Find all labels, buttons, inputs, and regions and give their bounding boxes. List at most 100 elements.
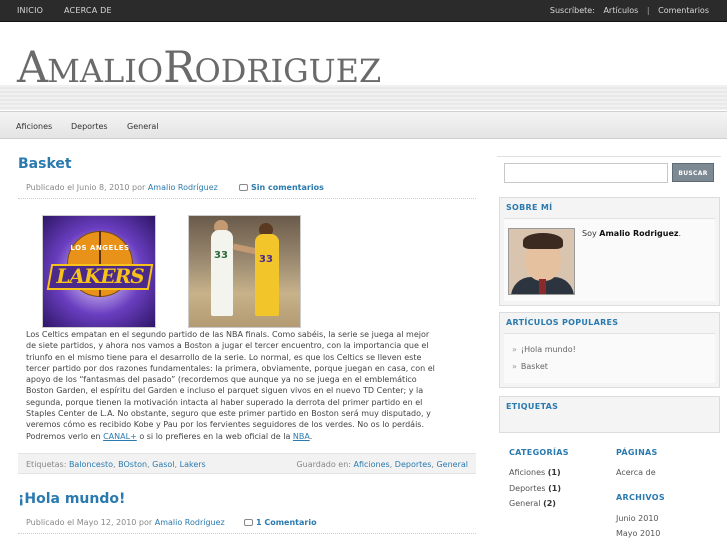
site-header: AMALIORODRIGUEZ (0, 23, 727, 110)
post-date: Publicado el Mayo 12, 2010 por (26, 518, 153, 527)
body-line: veremos cómo es recibido Kobe y Pau por … (26, 420, 424, 430)
lakers-logo-image: LOS ANGELES LAKERS (42, 215, 156, 328)
author-avatar (508, 228, 575, 295)
subscribe-label: Suscríbete: (549, 6, 595, 15)
category-deportes-link[interactable]: Deportes (71, 122, 108, 131)
category-item[interactable]: Aficiones (1) (509, 468, 561, 477)
logo-initial-r: R (163, 43, 195, 93)
popular-title: ARTÍCULOS POPULARES (506, 318, 619, 327)
post-body: Los Celtics empatan en el segundo partid… (26, 329, 468, 442)
tag-link[interactable]: Gasol (152, 460, 174, 469)
category-name: Deportes (509, 484, 546, 493)
archive-link[interactable]: Junio 2010 (616, 514, 659, 523)
logo-odriguez: ODRIGUEZ (194, 52, 382, 90)
tags-title: ETIQUETAS (506, 402, 559, 411)
comment-bubble-icon (239, 184, 248, 191)
post-divider (18, 198, 476, 199)
player2-jersey: 33 (255, 234, 279, 316)
tag-link[interactable]: Lakers (180, 460, 206, 469)
category-count: (1) (547, 468, 561, 477)
categories-title: CATEGORÍAS (509, 448, 569, 457)
filed-category-link[interactable]: Aficiones (354, 460, 390, 469)
tag-link[interactable]: Baloncesto (69, 460, 113, 469)
body-line: Staples Center de L.A. No obstante, segu… (26, 409, 431, 419)
category-item[interactable]: General (2) (509, 499, 556, 508)
subscribe-articles-link[interactable]: Artículos (603, 6, 638, 15)
about-prefix: Soy (582, 229, 597, 238)
popular-item[interactable]: » Basket (512, 362, 548, 371)
search-input[interactable] (504, 163, 668, 183)
page-link[interactable]: Acerca de (616, 468, 656, 477)
popular-item-label: Basket (520, 362, 548, 371)
pages-title: PÁGINAS (616, 448, 658, 457)
body-line: tercer partido por dos razones fundament… (26, 363, 435, 373)
tags-widget: ETIQUETAS (499, 396, 720, 433)
post-author-link[interactable]: Amalio Rodríguez (148, 183, 218, 192)
popular-item[interactable]: » ¡Hola mundo! (512, 345, 576, 354)
category-name: Aficiones (509, 468, 546, 477)
body-last-line: Podremos verlo en CANAL+ o si lo prefier… (26, 431, 468, 442)
about-text: Soy Amalio Rodriguez. (582, 229, 681, 238)
category-item[interactable]: Deportes (1) (509, 484, 561, 493)
subscribe-links: Suscríbete: Artículos | Comentarios (550, 6, 709, 15)
post-comments-link[interactable]: Sin comentarios (239, 183, 324, 192)
body-line: Boston Garden, el espíritu del Garden e … (26, 386, 424, 396)
post-tags: Etiquetas: Baloncesto, BOston, Gasol, La… (26, 460, 206, 469)
body-line: de siete partidos, y ahora nos vamos a B… (26, 341, 429, 351)
archives-title: ARCHIVOS (616, 493, 665, 502)
logo-malio: MALIO (47, 52, 164, 90)
nav-inicio-link[interactable]: INICIO (17, 6, 43, 15)
site-logo[interactable]: AMALIORODRIGUEZ (17, 43, 381, 93)
archive-link[interactable]: Mayo 2010 (616, 529, 660, 538)
tag-link[interactable]: BOston (118, 460, 147, 469)
player1-number: 33 (214, 250, 228, 261)
category-aficiones-link[interactable]: Aficiones (16, 122, 52, 131)
comments-count: 1 Comentario (256, 518, 317, 527)
bullet-icon: » (512, 362, 517, 371)
body-last-suffix: . (309, 431, 313, 441)
post-filed-in: Guardado en: Aficiones, Deportes, Genera… (296, 460, 468, 469)
post-divider (18, 533, 476, 534)
top-bar: INICIO ACERCA DE Suscríbete: Artículos |… (0, 0, 727, 22)
bird-magic-photo: 33 33 (188, 215, 301, 328)
category-count: (1) (548, 484, 562, 493)
about-name: Amalio Rodriguez (599, 229, 679, 238)
popular-inner (504, 333, 715, 383)
bullet-icon: » (512, 345, 517, 354)
player1-jersey: 33 (211, 230, 233, 316)
about-title: SOBRE MÍ (506, 203, 553, 212)
body-line: Los Celtics empatan en el segundo partid… (26, 330, 430, 339)
lakers-city-text: LOS ANGELES (70, 244, 130, 252)
post-title-basket[interactable]: Basket (18, 156, 72, 172)
filed-category-link[interactable]: General (436, 460, 468, 469)
post-footer: Etiquetas: Baloncesto, BOston, Gasol, La… (18, 453, 476, 474)
category-count: (2) (543, 499, 556, 508)
filed-label: Guardado en: (296, 460, 351, 469)
category-bar: Aficiones Deportes General (0, 111, 727, 139)
post-date: Publicado el Junio 8, 2010 por (26, 183, 146, 192)
avatar-hair (523, 233, 563, 249)
post-title-hola-mundo[interactable]: ¡Hola mundo! (18, 491, 125, 507)
subscribe-separator: | (646, 6, 650, 15)
player-arm (232, 243, 258, 255)
tags-label: Etiquetas: (26, 460, 67, 469)
about-suffix: . (678, 229, 682, 238)
post-meta: Publicado el Junio 8, 2010 por Amalio Ro… (26, 183, 324, 192)
popular-item-label: ¡Hola mundo! (520, 345, 576, 354)
subscribe-comments-link[interactable]: Comentarios (658, 6, 709, 15)
nba-link[interactable]: NBA (293, 432, 310, 441)
comments-count: Sin comentarios (251, 183, 324, 192)
body-line: triunfo en el mismo tiene para el desarr… (26, 352, 422, 362)
search-button[interactable]: BUSCAR (672, 163, 714, 182)
filed-category-link[interactable]: Deportes (395, 460, 432, 469)
body-last-mid: o si lo prefieres en la web oficial de l… (139, 431, 291, 441)
player2-number: 33 (259, 254, 273, 265)
post-comments-link[interactable]: 1 Comentario (244, 518, 317, 527)
post-author-link[interactable]: Amalio Rodríguez (155, 518, 225, 527)
body-line: apoyo de los “fantasmas del pasado” (rec… (26, 375, 417, 385)
logo-initial-a: A (17, 43, 48, 93)
canal-plus-link[interactable]: CANAL+ (103, 432, 137, 441)
nav-acerca-de-link[interactable]: ACERCA DE (64, 6, 112, 15)
category-general-link[interactable]: General (127, 122, 159, 131)
avatar-tie (539, 279, 546, 294)
